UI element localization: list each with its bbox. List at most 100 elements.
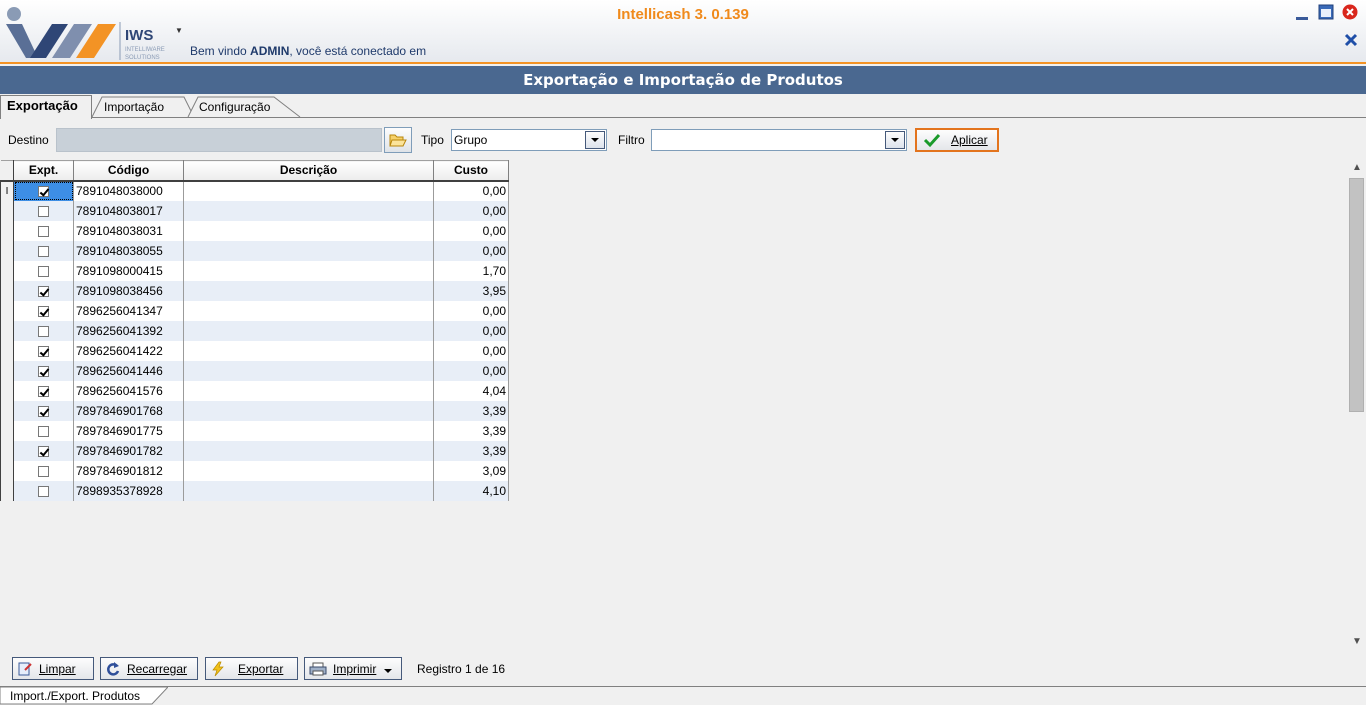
descricao-cell[interactable]: [184, 421, 434, 441]
table-row[interactable]: 7896256041347 0,00: [1, 301, 509, 321]
tipo-select[interactable]: Grupo: [451, 129, 607, 151]
expt-checkbox[interactable]: [38, 366, 49, 377]
imprimir-button[interactable]: Imprimir: [304, 657, 402, 680]
custo-cell[interactable]: 0,00: [434, 221, 509, 241]
custo-cell[interactable]: 0,00: [434, 301, 509, 321]
table-row[interactable]: 7891098038456 3,95: [1, 281, 509, 301]
custo-cell[interactable]: 0,00: [434, 201, 509, 221]
expt-checkbox[interactable]: [38, 486, 49, 497]
row-indicator[interactable]: [1, 361, 14, 381]
table-row[interactable]: 7896256041446 0,00: [1, 361, 509, 381]
maximize-icon[interactable]: [1318, 4, 1334, 20]
expt-cell[interactable]: [14, 361, 74, 381]
codigo-cell[interactable]: 7897846901812: [74, 461, 184, 481]
expt-cell[interactable]: [14, 441, 74, 461]
close-window-icon[interactable]: [1343, 32, 1359, 48]
col-header-custo[interactable]: Custo: [434, 161, 509, 181]
aplicar-button[interactable]: Aplicar: [915, 128, 999, 152]
custo-cell[interactable]: 0,00: [434, 341, 509, 361]
codigo-cell[interactable]: 7896256041446: [74, 361, 184, 381]
row-indicator[interactable]: [1, 321, 14, 341]
status-tab-import-export[interactable]: Import./Export. Produtos: [0, 687, 168, 705]
expt-checkbox[interactable]: [38, 286, 49, 297]
table-row[interactable]: 7891048038055 0,00: [1, 241, 509, 261]
descricao-cell[interactable]: [184, 401, 434, 421]
vertical-scrollbar[interactable]: ▲ ▼: [1348, 160, 1366, 652]
descricao-cell[interactable]: [184, 221, 434, 241]
browse-folder-button[interactable]: [384, 127, 412, 153]
descricao-cell[interactable]: [184, 441, 434, 461]
table-row[interactable]: 7897846901775 3,39: [1, 421, 509, 441]
row-indicator[interactable]: [1, 221, 14, 241]
descricao-cell[interactable]: [184, 241, 434, 261]
expt-checkbox[interactable]: [38, 206, 49, 217]
codigo-cell[interactable]: 7891098038456: [74, 281, 184, 301]
row-indicator[interactable]: [1, 461, 14, 481]
filtro-select[interactable]: [651, 129, 907, 151]
row-indicator[interactable]: I: [1, 181, 14, 201]
custo-cell[interactable]: 4,10: [434, 481, 509, 501]
destino-field[interactable]: [56, 128, 382, 152]
expt-checkbox[interactable]: [38, 226, 49, 237]
codigo-cell[interactable]: 7897846901782: [74, 441, 184, 461]
expt-checkbox[interactable]: [38, 266, 49, 277]
tab-exportacao[interactable]: Exportação: [0, 95, 92, 119]
table-row[interactable]: 7891048038017 0,00: [1, 201, 509, 221]
custo-cell[interactable]: 4,04: [434, 381, 509, 401]
col-header-codigo[interactable]: Código: [74, 161, 184, 181]
row-indicator[interactable]: [1, 281, 14, 301]
custo-cell[interactable]: 3,39: [434, 441, 509, 461]
codigo-cell[interactable]: 7896256041392: [74, 321, 184, 341]
expt-checkbox[interactable]: [38, 326, 49, 337]
custo-cell[interactable]: 0,00: [434, 321, 509, 341]
codigo-cell[interactable]: 7891048038000: [74, 181, 184, 201]
table-row[interactable]: 7896256041392 0,00: [1, 321, 509, 341]
row-indicator[interactable]: [1, 341, 14, 361]
logo-dropdown-icon[interactable]: ▼: [175, 26, 183, 35]
codigo-cell[interactable]: 7897846901775: [74, 421, 184, 441]
row-indicator[interactable]: [1, 421, 14, 441]
custo-cell[interactable]: 3,09: [434, 461, 509, 481]
expt-cell[interactable]: [14, 381, 74, 401]
descricao-cell[interactable]: [184, 201, 434, 221]
table-row[interactable]: 7897846901782 3,39: [1, 441, 509, 461]
custo-cell[interactable]: 3,39: [434, 421, 509, 441]
table-row[interactable]: 7897846901812 3,09: [1, 461, 509, 481]
scroll-down-icon[interactable]: ▼: [1348, 634, 1366, 650]
expt-checkbox[interactable]: [38, 466, 49, 477]
expt-checkbox[interactable]: [38, 426, 49, 437]
row-indicator[interactable]: [1, 241, 14, 261]
row-indicator[interactable]: [1, 401, 14, 421]
codigo-cell[interactable]: 7897846901768: [74, 401, 184, 421]
expt-checkbox[interactable]: [38, 406, 49, 417]
expt-cell[interactable]: [14, 261, 74, 281]
expt-checkbox[interactable]: [38, 346, 49, 357]
codigo-cell[interactable]: 7896256041347: [74, 301, 184, 321]
codigo-cell[interactable]: 7896256041576: [74, 381, 184, 401]
row-indicator[interactable]: [1, 261, 14, 281]
close-app-icon[interactable]: [1342, 4, 1358, 20]
descricao-cell[interactable]: [184, 181, 434, 201]
descricao-cell[interactable]: [184, 461, 434, 481]
descricao-cell[interactable]: [184, 481, 434, 501]
scroll-thumb[interactable]: [1349, 178, 1364, 412]
table-row[interactable]: 7896256041576 4,04: [1, 381, 509, 401]
codigo-cell[interactable]: 7898935378928: [74, 481, 184, 501]
table-row[interactable]: 7898935378928 4,10: [1, 481, 509, 501]
scroll-up-icon[interactable]: ▲: [1348, 160, 1366, 176]
table-row[interactable]: 7896256041422 0,00: [1, 341, 509, 361]
expt-checkbox[interactable]: [38, 186, 49, 197]
limpar-button[interactable]: Limpar: [12, 657, 94, 680]
expt-checkbox[interactable]: [38, 386, 49, 397]
exportar-button[interactable]: Exportar: [205, 657, 298, 680]
expt-cell[interactable]: [14, 181, 74, 201]
col-header-expt[interactable]: Expt.: [14, 161, 74, 181]
descricao-cell[interactable]: [184, 361, 434, 381]
codigo-cell[interactable]: 7891048038055: [74, 241, 184, 261]
row-indicator[interactable]: [1, 441, 14, 461]
filtro-dropdown-icon[interactable]: [885, 131, 905, 149]
expt-cell[interactable]: [14, 341, 74, 361]
table-row[interactable]: I 7891048038000 0,00: [1, 181, 509, 201]
row-indicator[interactable]: [1, 381, 14, 401]
col-header-descricao[interactable]: Descrição: [184, 161, 434, 181]
